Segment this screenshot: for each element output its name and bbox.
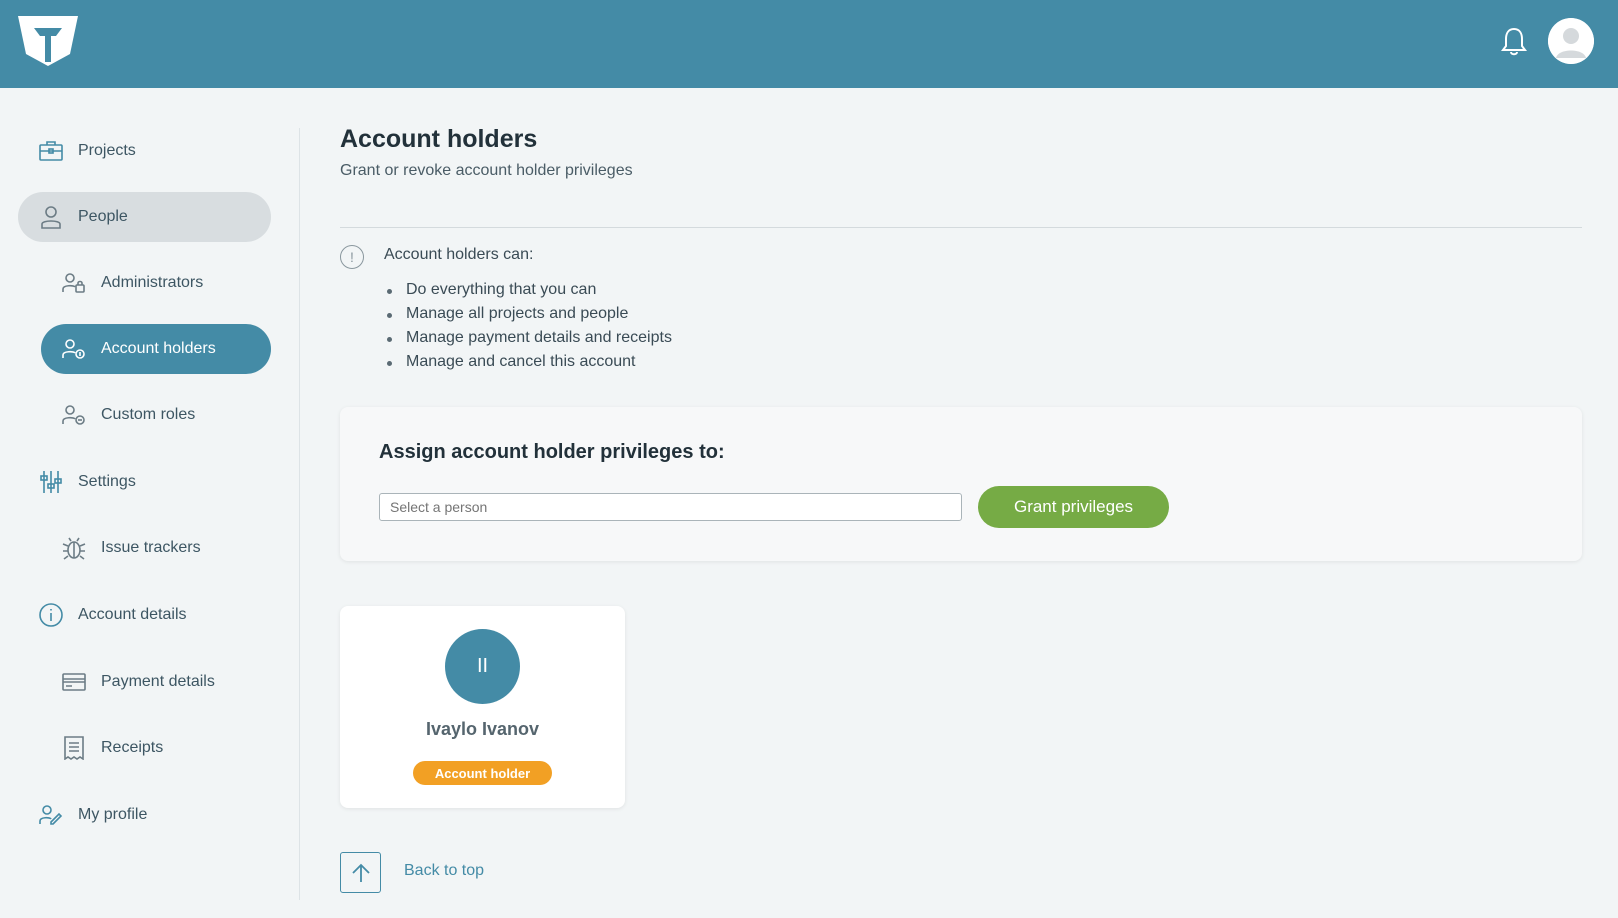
person-icon <box>38 204 64 230</box>
sidebar-item-people[interactable]: People <box>18 192 271 242</box>
sidebar-item-account-holders[interactable]: Account holders <box>41 324 271 374</box>
sidebar-item-my-profile[interactable]: My profile <box>18 790 271 840</box>
section-divider <box>340 227 1582 228</box>
list-item: Manage all projects and people <box>384 302 672 326</box>
user-avatar[interactable] <box>1548 18 1594 64</box>
briefcase-icon <box>38 138 64 164</box>
bug-icon <box>61 535 87 561</box>
list-item: Manage payment details and receipts <box>384 326 672 350</box>
sidebar-divider <box>299 128 300 900</box>
back-to-top-link[interactable]: Back to top <box>404 862 484 880</box>
sidebar-item-custom-roles[interactable]: Custom roles <box>41 390 271 440</box>
sidebar-item-label: People <box>78 208 128 225</box>
info-heading: Account holders can: <box>384 246 534 263</box>
sidebar-item-label: Issue trackers <box>101 539 201 556</box>
person-name: Ivaylo Ivanov <box>425 719 540 739</box>
app-logo[interactable] <box>16 14 80 68</box>
top-bar <box>0 0 1618 88</box>
list-item: Do everything that you can <box>384 278 672 302</box>
sidebar-item-label: Settings <box>78 473 136 490</box>
back-to-top-button[interactable] <box>340 852 381 893</box>
sidebar-item-issue-trackers[interactable]: Issue trackers <box>41 523 271 573</box>
sidebar-item-settings[interactable]: Settings <box>18 457 271 507</box>
custom-role-icon <box>61 402 87 428</box>
sidebar-item-account-details[interactable]: Account details <box>18 590 271 640</box>
sidebar-item-label: Administrators <box>101 274 204 291</box>
page-subtitle: Grant or revoke account holder privilege… <box>340 162 633 179</box>
admin-lock-icon <box>61 270 87 296</box>
avatar: II <box>445 629 520 704</box>
receipt-icon <box>61 735 87 761</box>
person-select-input[interactable] <box>379 493 962 521</box>
sidebar-item-label: Projects <box>78 142 136 159</box>
page-title: Account holders <box>340 125 538 153</box>
sidebar-item-label: Custom roles <box>101 406 196 423</box>
sidebar-item-projects[interactable]: Projects <box>18 126 271 176</box>
sliders-icon <box>38 469 64 495</box>
bell-icon[interactable] <box>1499 25 1529 57</box>
sidebar-item-label: Receipts <box>101 739 164 756</box>
person-card[interactable]: II Ivaylo Ivanov Account holder <box>340 606 625 808</box>
assign-privileges-card: Assign account holder privileges to: Gra… <box>340 407 1582 561</box>
sidebar-item-label: My profile <box>78 806 148 823</box>
sidebar-item-payment-details[interactable]: Payment details <box>41 657 271 707</box>
list-item: Manage and cancel this account <box>384 350 672 374</box>
info-icon <box>38 602 64 628</box>
sidebar-item-administrators[interactable]: Administrators <box>41 258 271 308</box>
sidebar-item-receipts[interactable]: Receipts <box>41 723 271 773</box>
sidebar-item-label: Account details <box>78 606 187 623</box>
privileges-list: Do everything that you can Manage all pr… <box>384 278 672 374</box>
sidebar-item-label: Payment details <box>101 673 215 690</box>
grant-privileges-button[interactable]: Grant privileges <box>978 486 1169 528</box>
assign-title: Assign account holder privileges to: <box>379 441 725 463</box>
account-holder-icon <box>61 336 87 362</box>
status-badge: Account holder <box>413 761 552 785</box>
sidebar-item-label: Account holders <box>101 340 216 357</box>
credit-card-icon <box>61 669 87 695</box>
arrow-up-icon <box>351 863 370 882</box>
info-icon: ! <box>340 245 364 269</box>
edit-profile-icon <box>38 802 64 828</box>
